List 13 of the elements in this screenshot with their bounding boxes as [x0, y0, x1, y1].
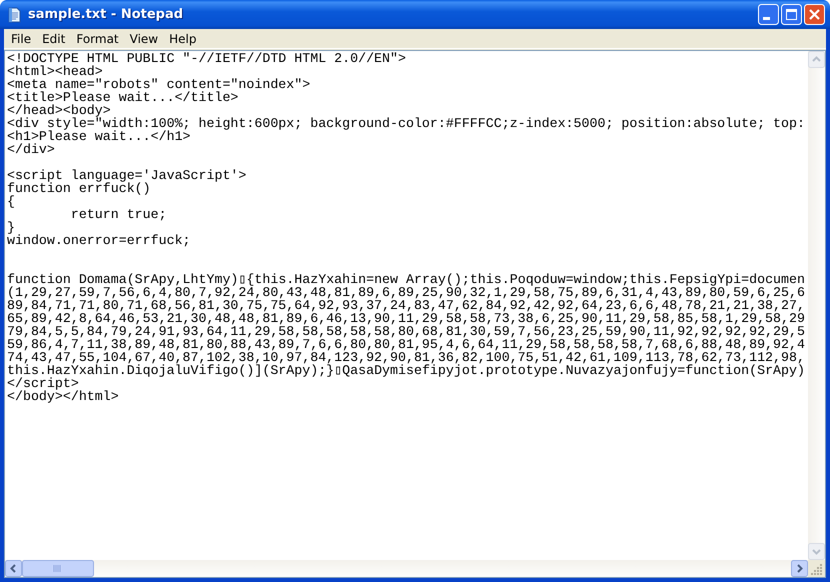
maximize-button[interactable]	[781, 4, 802, 25]
menu-item[interactable]: Edit	[36, 30, 70, 46]
menu-item[interactable]: View	[124, 30, 164, 46]
window-title: sample.txt - Notepad	[28, 7, 184, 22]
notepad-icon	[6, 6, 22, 22]
close-button[interactable]	[804, 4, 825, 25]
scroll-right-button[interactable]	[791, 560, 808, 577]
scroll-thumb[interactable]	[22, 560, 94, 577]
menu-item[interactable]: Format	[70, 30, 124, 46]
scroll-left-button[interactable]	[5, 560, 22, 577]
menu-item[interactable]: File	[5, 30, 36, 46]
minimize-button[interactable]	[758, 4, 779, 25]
menu-item[interactable]: Help	[163, 30, 202, 46]
